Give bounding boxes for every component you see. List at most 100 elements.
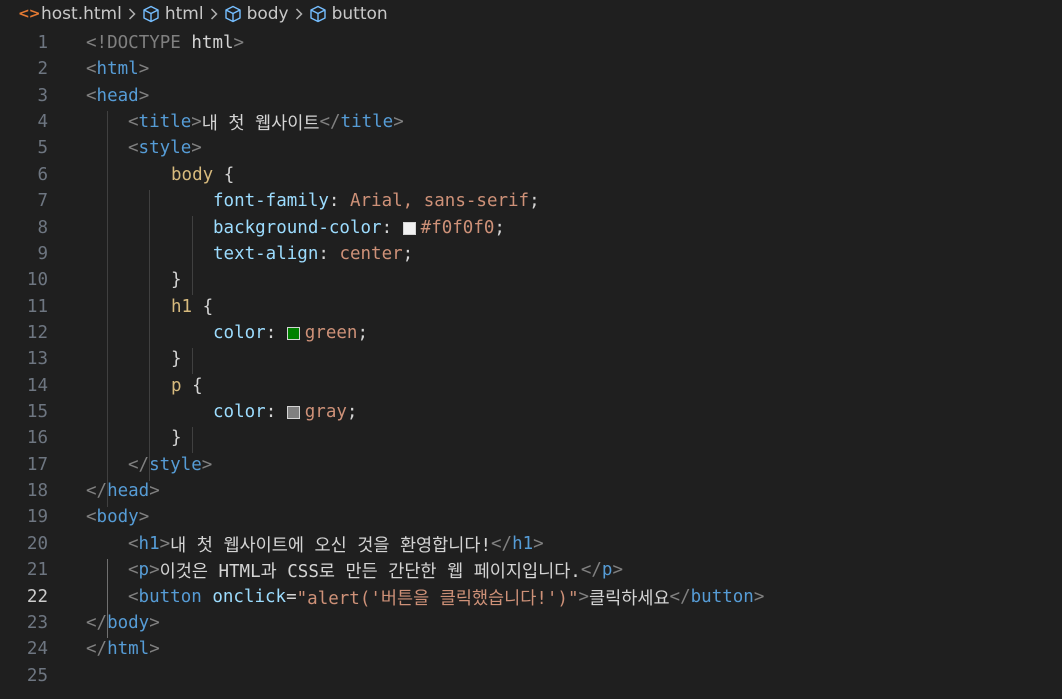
breadcrumb-html[interactable]: html (142, 4, 204, 24)
code-line[interactable]: 5 < style > (0, 135, 1062, 161)
tag-name: title (340, 112, 394, 132)
line-number: 8 (37, 218, 48, 238)
code-line[interactable]: 12 color: green; (0, 320, 1062, 346)
line-number: 24 (26, 639, 48, 659)
css-value: gray (304, 402, 347, 422)
code-line[interactable]: 16 } (0, 425, 1062, 451)
line-number: 16 (26, 428, 48, 448)
breadcrumb-file-label: host.html (41, 4, 122, 24)
css-selector: body (171, 165, 214, 185)
line-number: 17 (26, 455, 48, 475)
line-number: 12 (26, 323, 48, 343)
line-number: 22 (26, 587, 48, 607)
line-number: 15 (26, 402, 48, 422)
tag-name: title (138, 112, 192, 132)
tag-name: head (96, 86, 139, 106)
code-line[interactable]: 3 < head > (0, 83, 1062, 109)
css-selector: p (171, 376, 182, 396)
code-editor[interactable]: 1 < !DOCTYPE html > 2 < html > 3 < head > 4 < t… (0, 28, 1062, 699)
breadcrumb: <> host.html html body button (0, 0, 1062, 28)
line-number: 21 (26, 560, 48, 580)
code-line[interactable]: 15 color: gray; (0, 399, 1062, 425)
line-number: 14 (26, 376, 48, 396)
code-line[interactable]: 23 </body > (0, 610, 1062, 636)
code-line[interactable]: 10 } (0, 267, 1062, 293)
code-line[interactable]: 19 < body > (0, 504, 1062, 530)
color-swatch[interactable] (286, 326, 300, 340)
tag-name: p (138, 560, 150, 580)
tag-name: style (149, 455, 202, 475)
chevron-right-icon (295, 8, 303, 20)
line-number: 6 (37, 165, 48, 185)
code-line[interactable]: 13 } (0, 346, 1062, 372)
line-number: 3 (37, 86, 48, 106)
css-value: Arial, sans-serif (349, 191, 530, 211)
breadcrumb-body[interactable]: body (224, 4, 289, 24)
code-line[interactable]: 7 font-family: Arial, sans-serif; (0, 188, 1062, 214)
code-line[interactable]: 9 text-align: center; (0, 241, 1062, 267)
css-value: green (304, 323, 358, 343)
color-swatch[interactable] (286, 405, 300, 419)
line-number: 2 (37, 59, 48, 79)
color-swatch[interactable] (402, 221, 416, 235)
tag-name: head (107, 481, 150, 501)
html-file-icon: <> (18, 6, 40, 22)
tag-name: body (96, 507, 139, 527)
tag-name: html (96, 59, 139, 79)
line-number: 1 (37, 33, 48, 53)
css-property: text-align (213, 244, 319, 264)
code-line-active[interactable]: 22 < button onclick = "alert('버튼을 클릭했습니다!')… (0, 584, 1062, 610)
tag-name: html (107, 639, 150, 659)
cube-icon (309, 5, 327, 23)
line-number: 9 (37, 244, 48, 264)
breadcrumb-body-label: body (246, 4, 289, 24)
line-number: 7 (37, 191, 48, 211)
code-line[interactable]: 2 < html > (0, 56, 1062, 82)
tag-name: h1 (512, 534, 534, 554)
code-line[interactable]: 24 </html > (0, 636, 1062, 662)
cube-icon (224, 5, 242, 23)
line-number: 10 (26, 270, 48, 290)
code-line[interactable]: 14 p { (0, 373, 1062, 399)
breadcrumb-button[interactable]: button (309, 4, 388, 24)
attribute-name: onclick (212, 587, 287, 607)
css-property: font-family (213, 191, 329, 211)
doctype-keyword: !DOCTYPE (96, 33, 181, 53)
code-line[interactable]: 4 < title > 내 첫 웹사이트 </title > (0, 109, 1062, 135)
css-value: center (339, 244, 403, 264)
code-line[interactable]: 1 < !DOCTYPE html > (0, 30, 1062, 56)
line-number: 11 (26, 297, 48, 317)
breadcrumb-button-label: button (331, 4, 388, 24)
line-number: 18 (26, 481, 48, 501)
p-text: 이것은 HTML과 CSS로 만든 간단한 웹 페이지입니다. (159, 561, 581, 582)
code-line[interactable]: 25 (0, 663, 1062, 689)
code-line[interactable]: 20 < h1 > 내 첫 웹사이트에 오신 것을 환영합니다! </h1 > (0, 531, 1062, 557)
doctype-value: html (191, 33, 234, 53)
line-number: 13 (26, 349, 48, 369)
tag-name: h1 (138, 534, 160, 554)
tag-name: button (690, 587, 754, 607)
button-text: 클릭하세요 (589, 588, 670, 609)
code-line[interactable]: 8 background-color: #f0f0f0; (0, 215, 1062, 241)
code-line[interactable]: 11 h1 { (0, 294, 1062, 320)
h1-text: 내 첫 웹사이트에 오신 것을 환영합니다! (170, 535, 491, 556)
css-property: color (213, 402, 266, 422)
code-line[interactable]: 18 </head > (0, 478, 1062, 504)
attribute-value: "alert('버튼을 클릭했습니다!')" (296, 588, 579, 609)
tag-name: button (138, 587, 202, 607)
code-line[interactable]: 21 < p > 이것은 HTML과 CSS로 만든 간단한 웹 페이지입니다. </p… (0, 557, 1062, 583)
line-number: 25 (26, 666, 48, 686)
breadcrumb-file[interactable]: <> host.html (18, 4, 122, 24)
tag-name: style (138, 138, 192, 158)
line-number: 20 (26, 534, 48, 554)
breadcrumb-html-label: html (164, 4, 204, 24)
code-line[interactable]: 6 body { (0, 162, 1062, 188)
chevron-right-icon (128, 8, 136, 20)
cube-icon (142, 5, 160, 23)
tag-name: body (107, 613, 150, 633)
chevron-right-icon (210, 8, 218, 20)
css-property: background-color (213, 218, 382, 238)
title-text: 내 첫 웹사이트 (201, 113, 320, 134)
code-line[interactable]: 17 </style > (0, 452, 1062, 478)
line-number: 23 (26, 613, 48, 633)
